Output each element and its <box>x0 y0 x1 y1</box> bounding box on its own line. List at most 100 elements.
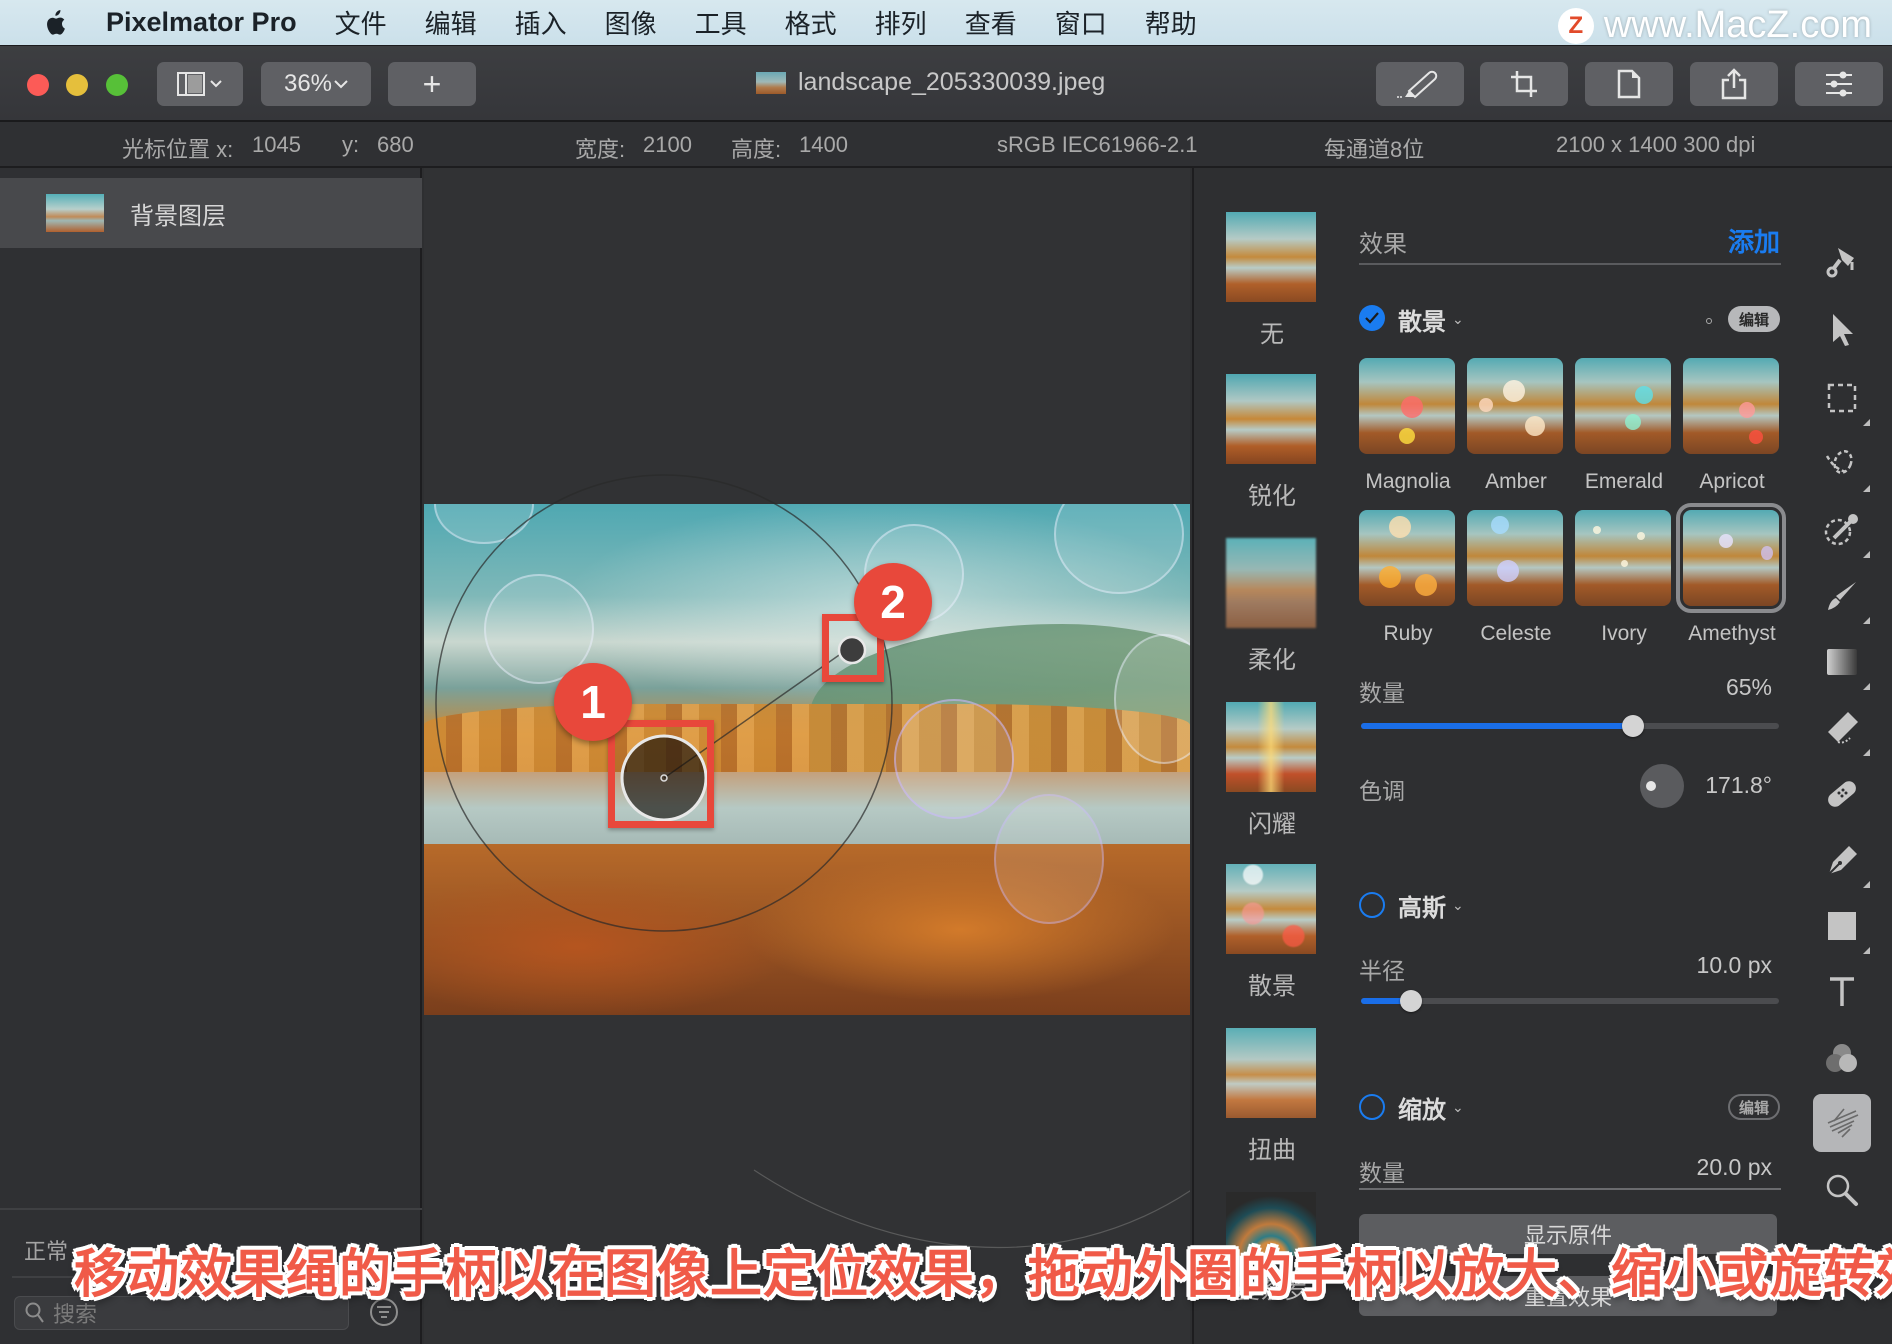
blend-mode-dropdown[interactable]: 正常 <box>24 1234 68 1266</box>
menu-tools[interactable]: 工具 <box>695 4 747 41</box>
zoom-window-button[interactable] <box>106 74 128 96</box>
slider-knob[interactable] <box>1400 990 1423 1012</box>
zoom-enabled-checkbox[interactable] <box>1359 1094 1385 1120</box>
sidebar-toggle-button[interactable] <box>157 62 243 106</box>
effect-category-none[interactable]: 无 <box>1226 212 1318 349</box>
page-icon <box>1617 69 1641 99</box>
draw-tool-button[interactable] <box>1376 62 1464 106</box>
preset-celeste[interactable]: Celeste <box>1467 510 1565 646</box>
shape-tool[interactable] <box>1816 900 1870 954</box>
menu-edit[interactable]: 编辑 <box>425 4 477 41</box>
image-canvas[interactable] <box>424 504 1190 1015</box>
document-button[interactable] <box>1585 62 1673 106</box>
effects-tool[interactable] <box>1813 1094 1871 1152</box>
effect-category-shine[interactable]: 闪耀 <box>1226 702 1318 839</box>
erase-icon <box>1828 712 1858 744</box>
menu-file[interactable]: 文件 <box>335 4 387 41</box>
checkmark-icon <box>1365 312 1379 324</box>
effect-category-distort[interactable]: 扭曲 <box>1226 1028 1318 1165</box>
color-adjustments-tool[interactable] <box>1816 1032 1868 1084</box>
menu-arrange[interactable]: 排列 <box>875 4 927 41</box>
menu-help[interactable]: 帮助 <box>1145 4 1197 41</box>
arrange-tool[interactable] <box>1816 304 1868 356</box>
preset-thumbnail <box>1575 510 1671 606</box>
preset-magnolia[interactable]: Magnolia <box>1359 358 1457 494</box>
bokeh-edit-button[interactable]: 编辑 <box>1728 306 1780 332</box>
type-tool[interactable] <box>1816 966 1868 1018</box>
preset-label: Apricot <box>1699 470 1765 493</box>
chevron-down-icon: ⌄ <box>1452 311 1464 327</box>
filter-icon-line <box>379 1311 389 1313</box>
paint-tool[interactable] <box>1816 570 1870 624</box>
adjust-icon <box>1826 71 1852 97</box>
bit-depth: 每通道8位 <box>1324 137 1425 162</box>
add-button[interactable]: + <box>388 62 476 106</box>
zoom-level-dropdown[interactable]: 36% <box>261 62 371 106</box>
tutorial-caption: 移动效果绳的手柄以在图像上定位效果，拖动外圈的手柄以放大、缩小或旋转效果 <box>74 1246 1892 1304</box>
color-select-tool[interactable] <box>1816 504 1870 558</box>
add-effect-button[interactable]: 添加 <box>1728 222 1780 259</box>
rect-select-tool[interactable] <box>1816 372 1870 426</box>
apple-menu-icon[interactable] <box>44 9 66 36</box>
gaussian-radius-slider[interactable] <box>1361 990 1779 1012</box>
cursor-y-label: y: <box>342 132 360 157</box>
adjustments-button[interactable] <box>1795 62 1883 106</box>
menu-view[interactable]: 查看 <box>965 4 1017 41</box>
bokeh-enabled-checkbox[interactable] <box>1359 305 1385 331</box>
effect-category-bokeh[interactable]: 散景 <box>1226 864 1318 1001</box>
effect-thumbnail <box>1226 702 1316 792</box>
submenu-indicator <box>1863 947 1870 954</box>
zoom-amount-label: 数量 <box>1359 1160 1405 1186</box>
repair-icon <box>1828 781 1856 807</box>
preset-amber[interactable]: Amber <box>1467 358 1565 494</box>
lasso-select-tool[interactable] <box>1816 438 1870 492</box>
menu-insert[interactable]: 插入 <box>515 4 567 41</box>
zoom-tool[interactable] <box>1816 1164 1868 1216</box>
effect-thumbnail <box>1226 374 1316 464</box>
effect-category-label: 扭曲 <box>1248 1137 1296 1164</box>
preset-emerald[interactable]: Emerald <box>1575 358 1673 494</box>
preset-amethyst[interactable]: Amethyst <box>1676 503 1786 646</box>
gradient-tool[interactable] <box>1816 636 1870 690</box>
effect-category-sharpen[interactable]: 锐化 <box>1226 374 1318 511</box>
divider <box>0 1208 422 1210</box>
repair-tool[interactable] <box>1816 768 1868 820</box>
preset-ruby[interactable]: Ruby <box>1359 510 1457 646</box>
menu-window[interactable]: 窗口 <box>1055 4 1107 41</box>
gaussian-title: 高斯 <box>1398 895 1446 922</box>
zoom-edit-button[interactable]: 编辑 <box>1728 1094 1780 1120</box>
app-name-menu[interactable]: Pixelmator Pro <box>106 7 297 38</box>
zoom-section-title[interactable]: 缩放 ⌄ <box>1398 1090 1464 1125</box>
chevron-down-icon: ⌄ <box>1452 1099 1464 1115</box>
document-filename: landscape_205330039.jpeg <box>798 68 1106 96</box>
slider-knob[interactable] <box>1621 715 1644 737</box>
minimize-window-button[interactable] <box>66 74 88 96</box>
arrow-select-icon <box>1833 314 1853 346</box>
preset-ivory[interactable]: Ivory <box>1575 510 1673 646</box>
bokeh-section-title[interactable]: 散景 ⌄ <box>1398 302 1464 337</box>
effects-header-label: 效果 <box>1359 231 1407 258</box>
close-window-button[interactable] <box>27 74 49 96</box>
effects-panel: 效果 添加 散景 ⌄ 编辑 Magnolia Amber Emerald Apr… <box>1342 168 1792 1344</box>
share-button[interactable] <box>1690 62 1778 106</box>
style-brush-tool[interactable] <box>1816 236 1868 288</box>
submenu-indicator <box>1863 485 1870 492</box>
erase-tool[interactable] <box>1816 702 1870 756</box>
gaussian-section-title[interactable]: 高斯 ⌄ <box>1398 888 1464 923</box>
submenu-indicator <box>1863 749 1870 756</box>
effects-icon <box>1827 1108 1859 1138</box>
canvas-area[interactable]: 1 2 <box>424 168 1190 1344</box>
gaussian-enabled-checkbox[interactable] <box>1359 892 1385 918</box>
bokeh-amount-slider[interactable] <box>1361 715 1779 737</box>
preset-apricot[interactable]: Apricot <box>1683 358 1781 494</box>
bokeh-circle <box>994 794 1104 924</box>
menu-image[interactable]: 图像 <box>605 4 657 41</box>
annotation-badge-1: 1 <box>554 663 632 741</box>
pen-tool[interactable] <box>1816 834 1870 888</box>
watermark: Z www.MacZ.com <box>1557 4 1872 47</box>
menu-format[interactable]: 格式 <box>785 4 837 41</box>
document-title: landscape_205330039.jpeg <box>756 68 1105 97</box>
layer-row[interactable]: 背景图层 <box>0 178 422 248</box>
crop-button[interactable] <box>1480 62 1568 106</box>
effect-category-soften[interactable]: 柔化 <box>1226 538 1318 675</box>
